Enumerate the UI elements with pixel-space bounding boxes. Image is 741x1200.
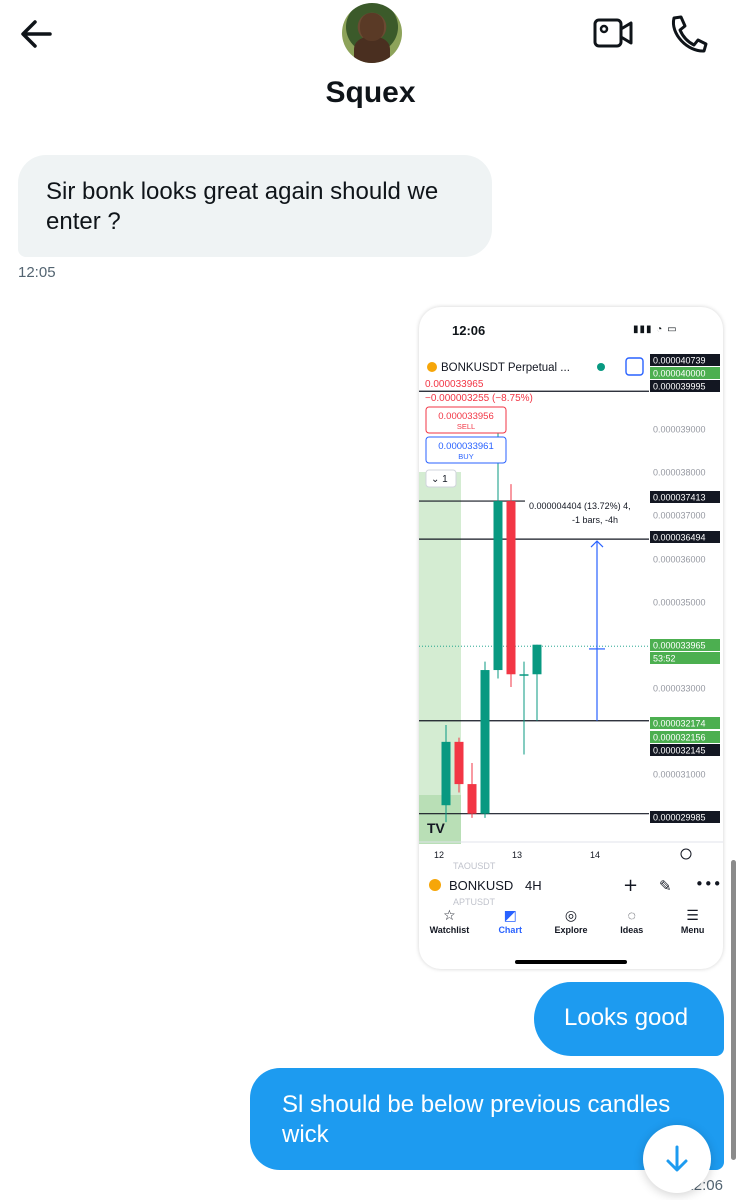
tab-label: Watchlist	[429, 925, 470, 935]
legend-price: 0.000033965	[425, 379, 484, 390]
candle-down	[454, 741, 464, 785]
measure-value: 0.000004404 (13.72%) 4,	[529, 501, 631, 511]
message-timestamp: 12:05	[18, 264, 56, 281]
price-axis-label: 0.000035000	[653, 598, 706, 608]
bonk-logo-icon	[429, 879, 441, 891]
price-axis-label: 0.000033000	[653, 684, 706, 694]
more-icon: •••	[695, 875, 722, 893]
scroll-down-button[interactable]	[643, 1125, 711, 1193]
price-axis-label: 0.000036494	[653, 533, 706, 543]
video-call-icon[interactable]	[592, 14, 634, 52]
bar-interval: 4H	[525, 878, 542, 893]
tab-label: Chart	[498, 925, 522, 935]
price-axis-label: 0.000038000	[653, 468, 706, 478]
candle-down	[467, 784, 477, 814]
time-axis-label: 14	[590, 850, 600, 860]
home-indicator	[515, 960, 627, 964]
candle-up	[532, 644, 542, 675]
price-axis-label: 0.000037000	[653, 511, 706, 521]
price-axis-label: 0.000036000	[653, 555, 706, 565]
trading-chart: 0.000004404 (13.72%) 4, -1 bars, -4h 0.000…	[419, 354, 723, 907]
measure-bars: -1 bars, -4h	[572, 515, 618, 525]
tab-watchlist[interactable]: ☆ Watchlist	[419, 905, 480, 935]
plus-icon: +	[623, 875, 638, 896]
chart-screenshot-image[interactable]: 12:06 ▮▮▮ ◔ ▭ 0.000004404 (13.72%) 4, -1 …	[419, 307, 723, 969]
price-axis-label: 0.000040000	[653, 369, 706, 379]
symbol-title: BONKUSDT Perpetual ...	[441, 362, 570, 374]
pencil-icon: ✎	[659, 877, 672, 895]
price-axis-label: 53:52	[653, 654, 676, 664]
time-axis-label: 13	[512, 850, 522, 860]
candle-up	[441, 741, 451, 806]
tab-label: Explore	[554, 925, 588, 935]
back-arrow-icon[interactable]	[18, 14, 58, 54]
price-axis-label: 0.000037413	[653, 493, 706, 503]
candle-down	[506, 501, 516, 675]
price-axis-label: 0.000032174	[653, 719, 706, 729]
session-background	[419, 472, 461, 844]
outgoing-message[interactable]: Looks good	[534, 982, 724, 1056]
price-axis-label: 0.000039995	[653, 382, 706, 392]
candle-up	[480, 670, 490, 814]
avatar[interactable]	[342, 3, 402, 63]
tab-ideas[interactable]: ◌ Ideas	[601, 905, 662, 935]
status-dot-icon	[597, 363, 605, 371]
contact-name[interactable]: Squex	[0, 76, 741, 110]
bottom-tab-bar: ☆ Watchlist ◩ Chart ◎ Explore ◌ Ideas ☰ Menu	[419, 905, 723, 935]
sell-label: SELL	[457, 422, 475, 431]
sell-price: 0.000033956	[438, 411, 493, 422]
lightbulb-icon: ◌	[627, 907, 636, 923]
tab-chart[interactable]: ◩ Chart	[480, 905, 541, 935]
price-axis-label: 0.000039000	[653, 425, 706, 435]
legend-change: −0.000003255 (−8.75%)	[425, 393, 533, 404]
price-axis-label: 0.000033965	[653, 641, 706, 651]
phone-call-icon[interactable]	[666, 12, 708, 54]
tab-label: Ideas	[620, 925, 644, 935]
tab-label: Menu	[680, 925, 705, 935]
tradingview-logo: TV	[427, 820, 446, 836]
compass-icon: ◎	[564, 907, 578, 923]
candle-up	[493, 501, 503, 671]
object-tree-icon	[625, 357, 644, 376]
menu-icon: ☰	[686, 907, 699, 923]
interval-value: ⌄ 1	[431, 474, 448, 485]
time-axis-label: 12	[434, 850, 444, 860]
tab-menu[interactable]: ☰ Menu	[662, 905, 723, 935]
behind-ticker: TAOUSDT	[453, 861, 496, 871]
chart-icon: ◩	[503, 907, 517, 923]
candle-up	[519, 674, 529, 676]
price-axis-label: 0.000032156	[653, 733, 706, 743]
scrollbar[interactable]	[731, 860, 736, 1160]
incoming-message[interactable]: Sir bonk looks great again should we ent…	[18, 155, 492, 257]
buy-price: 0.000033961	[438, 441, 493, 452]
price-axis-label: 0.000040739	[653, 356, 706, 366]
buy-label: BUY	[458, 452, 473, 461]
settings-gear-icon	[680, 848, 692, 860]
price-axis-label: 0.000029985	[653, 813, 706, 823]
star-icon: ☆	[443, 907, 456, 923]
price-axis-label: 0.000031000	[653, 770, 706, 780]
price-axis-label: 0.000032145	[653, 746, 706, 756]
tab-explore[interactable]: ◎ Explore	[541, 905, 602, 935]
bar-symbol: BONKUSD	[449, 878, 513, 893]
bonk-logo-icon	[427, 362, 437, 372]
